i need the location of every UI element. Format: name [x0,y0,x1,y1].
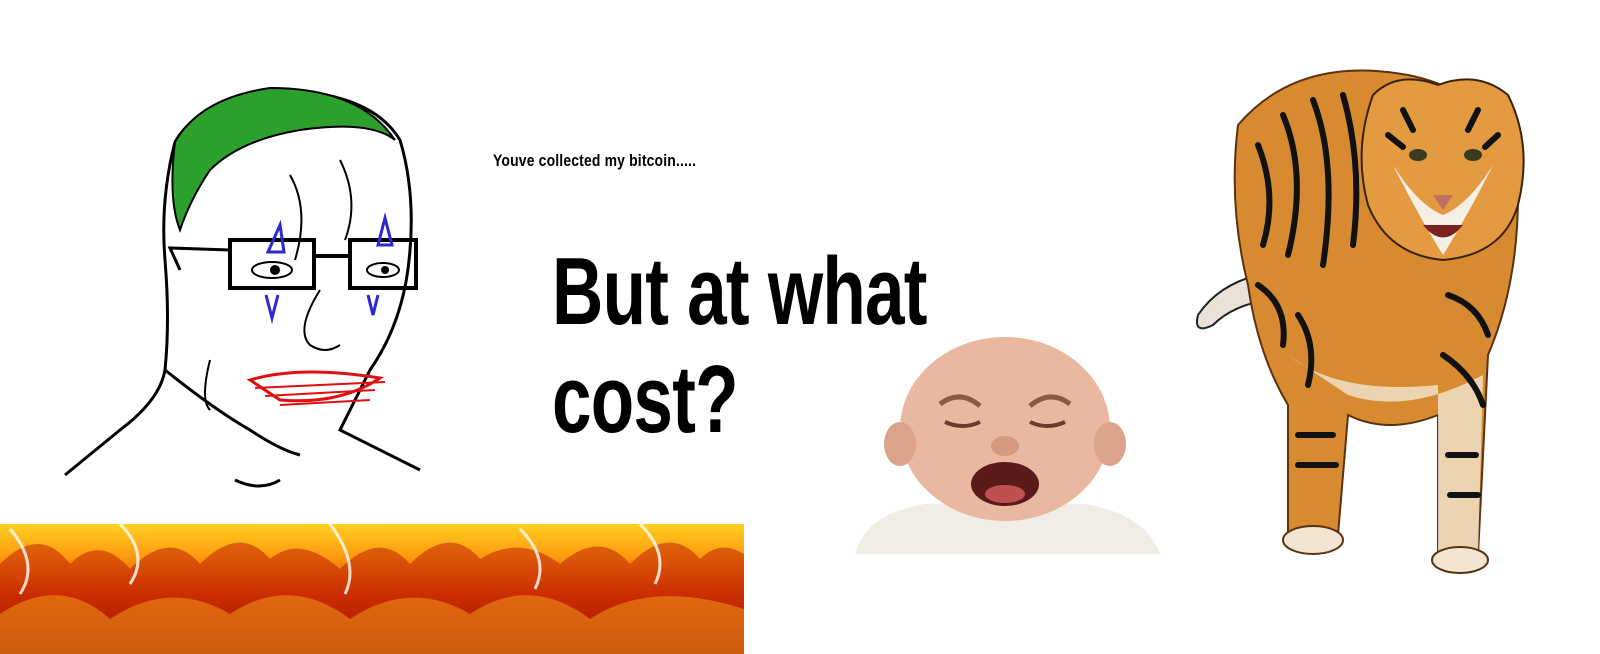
fire-strip-icon [0,524,744,654]
walking-tiger-photo-icon [1196,69,1525,574]
crying-baby-photo-icon [855,337,1160,554]
caption-small: Youve collected my bitcoin..... [493,151,697,170]
caption-big-line1: But at what [552,238,927,345]
crying-wojak-drawing-icon [64,86,421,488]
hair [171,86,396,233]
